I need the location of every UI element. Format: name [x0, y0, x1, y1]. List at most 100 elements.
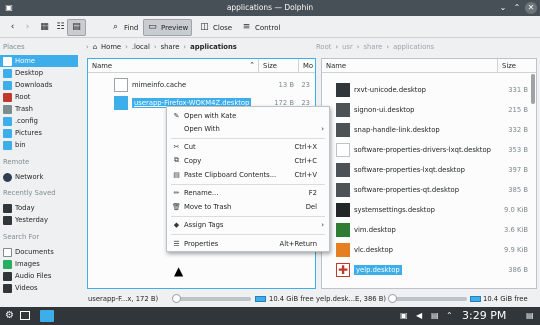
sidebar-item-root[interactable]: Root	[0, 91, 78, 103]
file-row[interactable]: vlc.desktop 9.9 KiB	[334, 241, 532, 259]
breadcrumb-item[interactable]: share	[364, 43, 383, 51]
menu-item-move-to-trash[interactable]: 🗑 Move to Trash Del	[167, 200, 329, 213]
menu-item-cut[interactable]: ✂ Cut Ctrl+X	[167, 140, 329, 153]
menu-label: Properties	[184, 239, 219, 248]
breadcrumb-home-icon[interactable]: ⌂	[93, 43, 97, 51]
breadcrumb-item[interactable]: usr	[342, 43, 353, 51]
sidebar-item-videos[interactable]: Videos	[0, 282, 78, 294]
document-icon	[3, 247, 12, 257]
maximize-icon[interactable]: ⌃	[511, 2, 523, 14]
close-label: Close	[213, 23, 233, 32]
file-name: mimeinfo.cache	[132, 81, 187, 89]
file-row-selected[interactable]: ✚ yelp.desktop 386 B	[334, 261, 532, 279]
left-zoom-slider[interactable]	[172, 294, 251, 303]
slider-handle[interactable]	[388, 294, 397, 303]
details-view-button[interactable]: ▤	[67, 19, 86, 36]
breadcrumb-item[interactable]: share	[161, 43, 180, 51]
preview-button[interactable]: ▭ Preview	[143, 19, 193, 36]
desktop-file-icon	[336, 143, 350, 157]
right-zoom-slider[interactable]	[388, 294, 467, 303]
menu-item-open-with-kate[interactable]: ✎ Open with Kate	[167, 109, 329, 122]
breadcrumb-current[interactable]: applications	[190, 43, 237, 51]
volume-icon[interactable]: ◀	[416, 311, 422, 320]
help-cross-icon: ✚	[336, 263, 350, 277]
file-size: 353 B	[508, 146, 528, 154]
sidebar-item-documents[interactable]: Documents	[0, 246, 78, 258]
file-size: 385 B	[508, 186, 528, 194]
column-header-modified[interactable]: Mo	[299, 59, 315, 73]
window-title: applications — Dolphin	[226, 3, 314, 12]
column-header-name[interactable]: Name	[322, 59, 498, 73]
icons-view-button[interactable]: ▦	[36, 19, 53, 36]
sidebar-item-home[interactable]: Home	[0, 55, 78, 67]
find-button[interactable]: ⌕ Find	[107, 19, 141, 36]
close-split-button[interactable]: ◫ Close	[196, 19, 235, 36]
sidebar-item-config[interactable]: .config	[0, 115, 78, 127]
breadcrumb-current[interactable]: applications	[393, 43, 434, 51]
file-row[interactable]: mimeinfo.cache 13 B 23	[112, 76, 312, 94]
peek-icon[interactable]: ▤	[526, 311, 534, 320]
close-window-icon[interactable]: ✕	[525, 2, 537, 14]
calendar-icon	[3, 215, 12, 225]
breadcrumb-item[interactable]: .local	[132, 43, 150, 51]
clock[interactable]: 3:29 PM	[462, 309, 506, 322]
sidebar-item-pictures[interactable]: Pictures	[0, 127, 78, 139]
file-row[interactable]: rxvt-unicode.desktop 331 B	[334, 81, 532, 99]
calendar-icon	[3, 203, 12, 213]
sidebar-item-yesterday[interactable]: Yesterday	[0, 214, 78, 226]
sidebar-item-label: Audio Files	[15, 272, 52, 280]
sidebar-item-network[interactable]: Network	[0, 171, 78, 183]
dolphin-task-icon[interactable]	[40, 310, 54, 322]
sidebar-item-bin[interactable]: bin	[0, 139, 78, 151]
file-row[interactable]: software-properties-lxqt.desktop 397 B	[334, 161, 532, 179]
right-file-view[interactable]: Name Size rxvt-unicode.desktop 331 B sign…	[321, 58, 537, 289]
sidebar-item-downloads[interactable]: Downloads	[0, 79, 78, 91]
minimize-icon[interactable]: ⌄	[497, 2, 509, 14]
breadcrumb-item[interactable]: Root	[316, 43, 331, 51]
sidebar-item-audio[interactable]: Audio Files	[0, 270, 78, 282]
file-row[interactable]: snap-handle-link.desktop 332 B	[334, 121, 532, 139]
menu-item-rename[interactable]: ✏ Rename... F2	[167, 186, 329, 199]
forward-button[interactable]: ›	[19, 19, 36, 36]
file-size: 9.9 KiB	[504, 246, 528, 254]
network-status-icon[interactable]: ▤	[431, 311, 439, 320]
file-size: 215 B	[508, 106, 528, 114]
folder-icon	[3, 140, 12, 150]
preview-label: Preview	[161, 23, 189, 32]
file-row[interactable]: systemsettings.desktop 9.0 KiB	[334, 201, 532, 219]
file-name: yelp.desktop	[354, 265, 402, 275]
network-icon	[3, 172, 12, 182]
left-disk-usage-bar	[255, 296, 266, 302]
downloads-icon	[3, 80, 12, 90]
menu-item-assign-tags[interactable]: ◆ Assign Tags ›	[167, 218, 329, 231]
file-name: software-properties-drivers-lxqt.desktop	[354, 146, 491, 154]
control-button[interactable]: ≡ Control	[238, 19, 283, 36]
sidebar-item-today[interactable]: Today	[0, 202, 78, 214]
file-row[interactable]: vim.desktop 3.6 KiB	[334, 221, 532, 239]
file-row[interactable]: software-properties-drivers-lxqt.desktop…	[334, 141, 532, 159]
menu-item-properties[interactable]: ☰ Properties Alt+Return	[167, 237, 329, 250]
terminal-icon	[336, 83, 350, 97]
app-launcher-icon[interactable]: ⚙	[5, 310, 14, 321]
column-header-name[interactable]: Name ⌃	[88, 59, 259, 73]
breadcrumb-arrow-icon[interactable]: ›	[86, 43, 89, 51]
file-name: signon-ui.desktop	[354, 106, 415, 114]
menu-item-paste[interactable]: ▤ Paste Clipboard Contents... Ctrl+V	[167, 168, 329, 181]
clipboard-icon[interactable]: ▣	[400, 311, 408, 320]
submenu-arrow-icon: ›	[321, 124, 324, 133]
show-desktop-icon[interactable]	[20, 311, 30, 320]
tray-expand-icon[interactable]: ⌃	[446, 311, 453, 320]
app-icon	[336, 163, 350, 177]
file-row[interactable]: signon-ui.desktop 215 B	[334, 101, 532, 119]
slider-handle[interactable]	[172, 294, 181, 303]
menu-item-copy[interactable]: ⧉ Copy Ctrl+C	[167, 154, 329, 167]
column-header-size[interactable]: Size	[498, 59, 536, 73]
sidebar-item-desktop[interactable]: Desktop	[0, 67, 78, 79]
breadcrumb-item[interactable]: Home	[101, 43, 121, 51]
sidebar-item-label: Videos	[15, 284, 38, 292]
sidebar-item-images[interactable]: Images	[0, 258, 78, 270]
menu-item-open-with[interactable]: Open With ›	[167, 122, 329, 135]
sidebar-item-trash[interactable]: Trash	[0, 103, 78, 115]
file-row[interactable]: software-properties-qt.desktop 385 B	[334, 181, 532, 199]
column-header-size[interactable]: Size	[259, 59, 299, 73]
